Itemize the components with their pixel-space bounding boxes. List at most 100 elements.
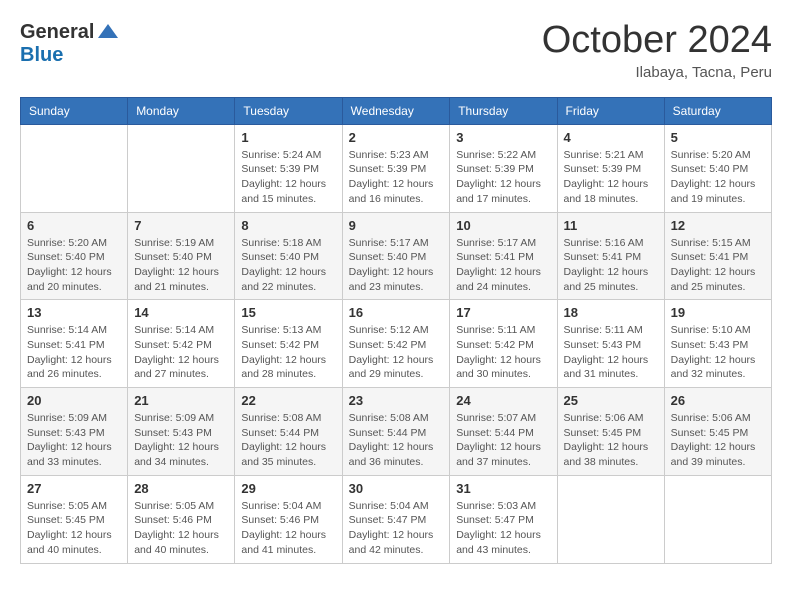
calendar-cell: 24 Sunrise: 5:07 AMSunset: 5:44 PMDayligh… [450,388,557,476]
day-info: Sunrise: 5:14 AMSunset: 5:42 PMDaylight:… [134,323,228,382]
day-info: Sunrise: 5:09 AMSunset: 5:43 PMDaylight:… [27,411,121,470]
calendar-cell: 22Sunrise: 5:08 AMSunset: 5:44 PMDayligh… [235,388,342,476]
day-info: Sunrise: 5:12 AMSunset: 5:42 PMDaylight:… [349,323,444,382]
calendar-cell: 21 Sunrise: 5:09 AMSunset: 5:43 PMDayligh… [128,388,235,476]
calendar-cell: 9Sunrise: 5:17 AMSunset: 5:40 PMDaylight… [342,212,450,300]
calendar-cell: 7Sunrise: 5:19 AMSunset: 5:40 PMDaylight… [128,212,235,300]
day-number: 14 [134,305,228,320]
day-number: 30 [349,481,444,496]
day-info: Sunrise: 5:04 AMSunset: 5:47 PMDaylight:… [349,499,444,558]
day-number: 1 [241,130,335,145]
day-number: 21 [134,393,228,408]
day-info: Sunrise: 5:06 AMSunset: 5:45 PMDaylight:… [564,411,658,470]
day-number: 2 [349,130,444,145]
logo-blue: Blue [20,44,63,67]
day-number: 11 [564,218,658,233]
day-info: Sunrise: 5:11 AMSunset: 5:43 PMDaylight:… [564,323,658,382]
calendar-cell: 10Sunrise: 5:17 AMSunset: 5:41 PMDayligh… [450,212,557,300]
calendar-cell: 20 Sunrise: 5:09 AMSunset: 5:43 PMDayligh… [21,388,128,476]
day-number: 10 [456,218,550,233]
day-info: Sunrise: 5:18 AMSunset: 5:40 PMDaylight:… [241,236,335,295]
day-number: 5 [671,130,765,145]
header-wednesday: Wednesday [342,97,450,124]
logo: General Blue [20,20,120,67]
day-number: 16 [349,305,444,320]
calendar-cell: 28 Sunrise: 5:05 AMSunset: 5:46 PMDayligh… [128,475,235,563]
header-tuesday: Tuesday [235,97,342,124]
calendar-cell: 29Sunrise: 5:04 AMSunset: 5:46 PMDayligh… [235,475,342,563]
day-number: 24 [456,393,550,408]
week-row-5: 27 Sunrise: 5:05 AMSunset: 5:45 PMDayligh… [21,475,772,563]
header-sunday: Sunday [21,97,128,124]
day-number: 3 [456,130,550,145]
page-header: General Blue October 2024 Ilabaya, Tacna… [20,20,772,81]
day-info: Sunrise: 5:10 AMSunset: 5:43 PMDaylight:… [671,323,765,382]
day-number: 31 [456,481,550,496]
calendar-cell: 26 Sunrise: 5:06 AMSunset: 5:45 PMDayligh… [664,388,771,476]
day-info: Sunrise: 5:05 AMSunset: 5:46 PMDaylight:… [134,499,228,558]
calendar-cell: 5 Sunrise: 5:20 AMSunset: 5:40 PMDaylight… [664,124,771,212]
header-thursday: Thursday [450,97,557,124]
calendar-cell: 27 Sunrise: 5:05 AMSunset: 5:45 PMDayligh… [21,475,128,563]
day-info: Sunrise: 5:05 AMSunset: 5:45 PMDaylight:… [27,499,121,558]
day-number: 6 [27,218,121,233]
day-number: 4 [564,130,658,145]
calendar-cell: 1Sunrise: 5:24 AMSunset: 5:39 PMDaylight… [235,124,342,212]
day-number: 13 [27,305,121,320]
day-number: 25 [564,393,658,408]
day-info: Sunrise: 5:22 AMSunset: 5:39 PMDaylight:… [456,148,550,207]
day-number: 28 [134,481,228,496]
day-info: Sunrise: 5:08 AMSunset: 5:44 PMDaylight:… [349,411,444,470]
calendar-cell: 6 Sunrise: 5:20 AMSunset: 5:40 PMDaylight… [21,212,128,300]
calendar-cell: 15 Sunrise: 5:13 AMSunset: 5:42 PMDayligh… [235,300,342,388]
calendar-cell: 18 Sunrise: 5:11 AMSunset: 5:43 PMDayligh… [557,300,664,388]
day-number: 17 [456,305,550,320]
calendar-cell: 23 Sunrise: 5:08 AMSunset: 5:44 PMDayligh… [342,388,450,476]
day-info: Sunrise: 5:20 AMSunset: 5:40 PMDaylight:… [27,236,121,295]
week-row-2: 6 Sunrise: 5:20 AMSunset: 5:40 PMDaylight… [21,212,772,300]
week-row-1: 1Sunrise: 5:24 AMSunset: 5:39 PMDaylight… [21,124,772,212]
day-info: Sunrise: 5:16 AMSunset: 5:41 PMDaylight:… [564,236,658,295]
calendar-cell: 12Sunrise: 5:15 AMSunset: 5:41 PMDayligh… [664,212,771,300]
day-info: Sunrise: 5:06 AMSunset: 5:45 PMDaylight:… [671,411,765,470]
day-number: 12 [671,218,765,233]
day-number: 8 [241,218,335,233]
day-number: 20 [27,393,121,408]
calendar-cell [21,124,128,212]
calendar-cell [664,475,771,563]
day-number: 18 [564,305,658,320]
calendar-cell: 8 Sunrise: 5:18 AMSunset: 5:40 PMDaylight… [235,212,342,300]
day-number: 29 [241,481,335,496]
header-monday: Monday [128,97,235,124]
week-row-4: 20 Sunrise: 5:09 AMSunset: 5:43 PMDayligh… [21,388,772,476]
day-number: 15 [241,305,335,320]
calendar-cell: 30 Sunrise: 5:04 AMSunset: 5:47 PMDayligh… [342,475,450,563]
day-info: Sunrise: 5:13 AMSunset: 5:42 PMDaylight:… [241,323,335,382]
day-number: 22 [241,393,335,408]
day-number: 23 [349,393,444,408]
day-info: Sunrise: 5:23 AMSunset: 5:39 PMDaylight:… [349,148,444,207]
day-info: Sunrise: 5:11 AMSunset: 5:42 PMDaylight:… [456,323,550,382]
calendar-cell [128,124,235,212]
calendar-header-row: SundayMondayTuesdayWednesdayThursdayFrid… [21,97,772,124]
day-info: Sunrise: 5:03 AMSunset: 5:47 PMDaylight:… [456,499,550,558]
calendar-cell: 13 Sunrise: 5:14 AMSunset: 5:41 PMDayligh… [21,300,128,388]
day-info: Sunrise: 5:09 AMSunset: 5:43 PMDaylight:… [134,411,228,470]
day-info: Sunrise: 5:14 AMSunset: 5:41 PMDaylight:… [27,323,121,382]
day-info: Sunrise: 5:19 AMSunset: 5:40 PMDaylight:… [134,236,228,295]
day-number: 26 [671,393,765,408]
day-info: Sunrise: 5:17 AMSunset: 5:40 PMDaylight:… [349,236,444,295]
day-info: Sunrise: 5:20 AMSunset: 5:40 PMDaylight:… [671,148,765,207]
logo-icon [96,20,120,44]
calendar-cell: 19Sunrise: 5:10 AMSunset: 5:43 PMDayligh… [664,300,771,388]
calendar-cell: 4 Sunrise: 5:21 AMSunset: 5:39 PMDaylight… [557,124,664,212]
location: Ilabaya, Tacna, Peru [542,64,772,81]
day-info: Sunrise: 5:21 AMSunset: 5:39 PMDaylight:… [564,148,658,207]
calendar-cell: 2 Sunrise: 5:23 AMSunset: 5:39 PMDaylight… [342,124,450,212]
week-row-3: 13 Sunrise: 5:14 AMSunset: 5:41 PMDayligh… [21,300,772,388]
header-saturday: Saturday [664,97,771,124]
day-number: 27 [27,481,121,496]
header-friday: Friday [557,97,664,124]
day-info: Sunrise: 5:07 AMSunset: 5:44 PMDaylight:… [456,411,550,470]
calendar-cell: 25 Sunrise: 5:06 AMSunset: 5:45 PMDayligh… [557,388,664,476]
